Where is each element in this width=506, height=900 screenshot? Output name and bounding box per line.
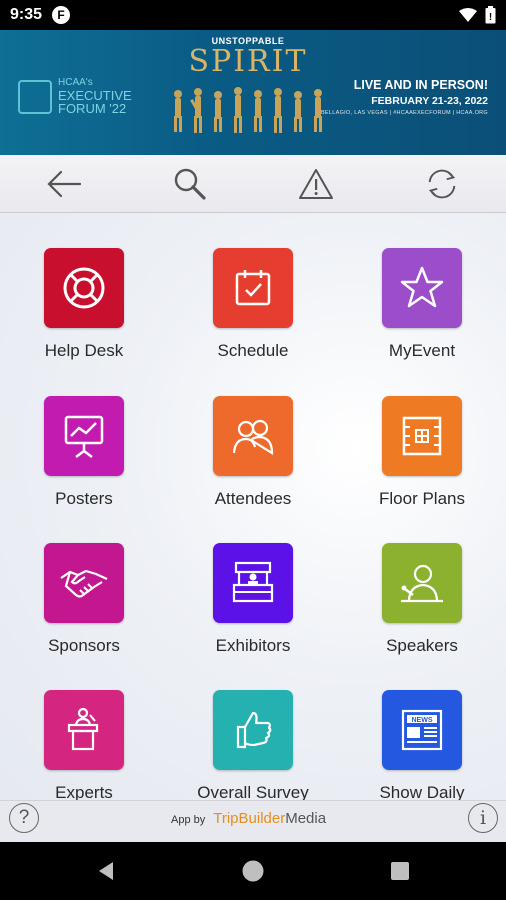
tile-posters[interactable]: Posters [14, 396, 154, 536]
tile-icon-bg [44, 396, 124, 476]
brand-media: Media [285, 810, 327, 827]
system-nav-bar [0, 842, 506, 900]
tile-icon-bg [382, 248, 462, 328]
tile-schedule[interactable]: Schedule [183, 248, 323, 388]
banner-figures-illustration [174, 87, 322, 133]
tile-icon-bg [213, 248, 293, 328]
tile-sponsors[interactable]: Sponsors [14, 543, 154, 683]
wifi-icon [459, 7, 477, 22]
tile-help-desk[interactable]: Help Desk [14, 248, 154, 388]
tile-experts[interactable]: Experts [14, 690, 154, 800]
tile-label: Experts [55, 783, 113, 800]
handshake-icon [60, 569, 108, 598]
svg-text:!: ! [489, 12, 492, 23]
nav-recents-button[interactable] [388, 859, 412, 883]
tile-speakers[interactable]: Speakers [352, 543, 492, 683]
info-button[interactable]: i [468, 803, 498, 833]
tile-label: Overall Survey [197, 783, 309, 800]
people-icon [232, 419, 274, 455]
tile-icon-bg [44, 543, 124, 623]
banner-forum-line1: EXECUTIVE [58, 87, 132, 103]
back-button[interactable] [46, 166, 82, 202]
tile-label: Posters [55, 489, 113, 508]
event-banner[interactable]: HCAA's EXECUTIVE FORUM '22 UNSTOPPABLE S… [0, 30, 506, 155]
nav-home-button[interactable] [241, 859, 265, 883]
tile-exhibitors[interactable]: Exhibitors [183, 543, 323, 683]
search-icon [174, 168, 206, 200]
alerts-button[interactable] [298, 166, 334, 202]
easel-chart-icon [64, 415, 104, 458]
booth-icon [232, 561, 274, 603]
newspaper-icon: NEWS [401, 709, 443, 751]
tripbuilder-logo: TripBuilderMedia [213, 810, 326, 827]
thumbs-up-icon [236, 711, 272, 749]
tile-label: Show Daily [379, 783, 465, 800]
battery-icon: ! [485, 6, 496, 24]
back-arrow-icon [47, 170, 82, 198]
tile-label: Exhibitors [215, 636, 291, 655]
banner-forum-line2: FORUM '22 [58, 101, 127, 117]
tile-icon-bg [213, 543, 293, 623]
toolbar [0, 155, 506, 213]
tile-icon-bg [382, 543, 462, 623]
home-icon [242, 860, 264, 882]
tile-show-daily[interactable]: NEWS Show Daily [352, 690, 492, 800]
search-button[interactable] [172, 166, 208, 202]
nav-back-button[interactable] [94, 859, 118, 883]
tile-icon-bg [213, 690, 293, 770]
refresh-button[interactable] [424, 166, 460, 202]
banner-logo-text: HCAA's [58, 77, 93, 88]
svg-text:NEWS: NEWS [412, 717, 433, 724]
tile-icon-bg [44, 690, 124, 770]
tile-label: Attendees [214, 489, 292, 508]
calendar-check-icon [235, 270, 271, 306]
recents-icon [391, 862, 409, 880]
tile-label: Sponsors [48, 636, 120, 655]
tile-icon-bg [44, 248, 124, 328]
banner-date: FEBRUARY 21-23, 2022 [371, 95, 488, 107]
speaker-icon [401, 564, 443, 603]
footer-bar: ? App by TripBuilderMedia i [0, 800, 506, 842]
banner-venue: BELLAGIO, LAS VEGAS | #HCAAEXECFORUM | H… [320, 110, 488, 116]
alert-icon [299, 169, 333, 199]
app-notification-icon: F [52, 6, 71, 24]
banner-headline: SPIRIT [188, 44, 308, 79]
tile-label: MyEvent [388, 341, 456, 360]
tile-icon-bg [382, 396, 462, 476]
banner-live-text: LIVE AND IN PERSON! [353, 78, 488, 92]
menu-grid: Help Desk Schedule MyEvent Posters Atten… [0, 213, 506, 800]
help-button[interactable]: ? [9, 803, 39, 833]
refresh-icon [428, 169, 456, 199]
status-bar: 9:35 F ! [0, 0, 506, 30]
lifebuoy-icon [63, 267, 105, 309]
star-icon [400, 266, 444, 308]
tile-attendees[interactable]: Attendees [183, 396, 323, 536]
tile-icon-bg: NEWS [382, 690, 462, 770]
app-by-label: App by [171, 814, 206, 826]
tile-myevent[interactable]: MyEvent [352, 248, 492, 388]
tile-overall-survey[interactable]: Overall Survey [183, 690, 323, 800]
tile-label: Floor Plans [379, 489, 465, 508]
app-credit[interactable]: App by TripBuilderMedia [171, 810, 326, 827]
tile-label: Speakers [386, 636, 458, 655]
status-time: 9:35 [10, 6, 43, 23]
tile-label: Schedule [217, 341, 289, 360]
tile-label: Help Desk [44, 341, 124, 360]
hcaa-logo-icon [18, 79, 52, 114]
brand-trip: TripBuilder [213, 810, 286, 827]
banner-logo: HCAA's EXECUTIVE FORUM '22 [18, 77, 132, 117]
floorplan-icon [402, 416, 442, 456]
tile-floor-plans[interactable]: Floor Plans [352, 396, 492, 536]
tile-icon-bg [213, 396, 293, 476]
podium-icon [67, 707, 99, 751]
back-icon [99, 862, 113, 880]
